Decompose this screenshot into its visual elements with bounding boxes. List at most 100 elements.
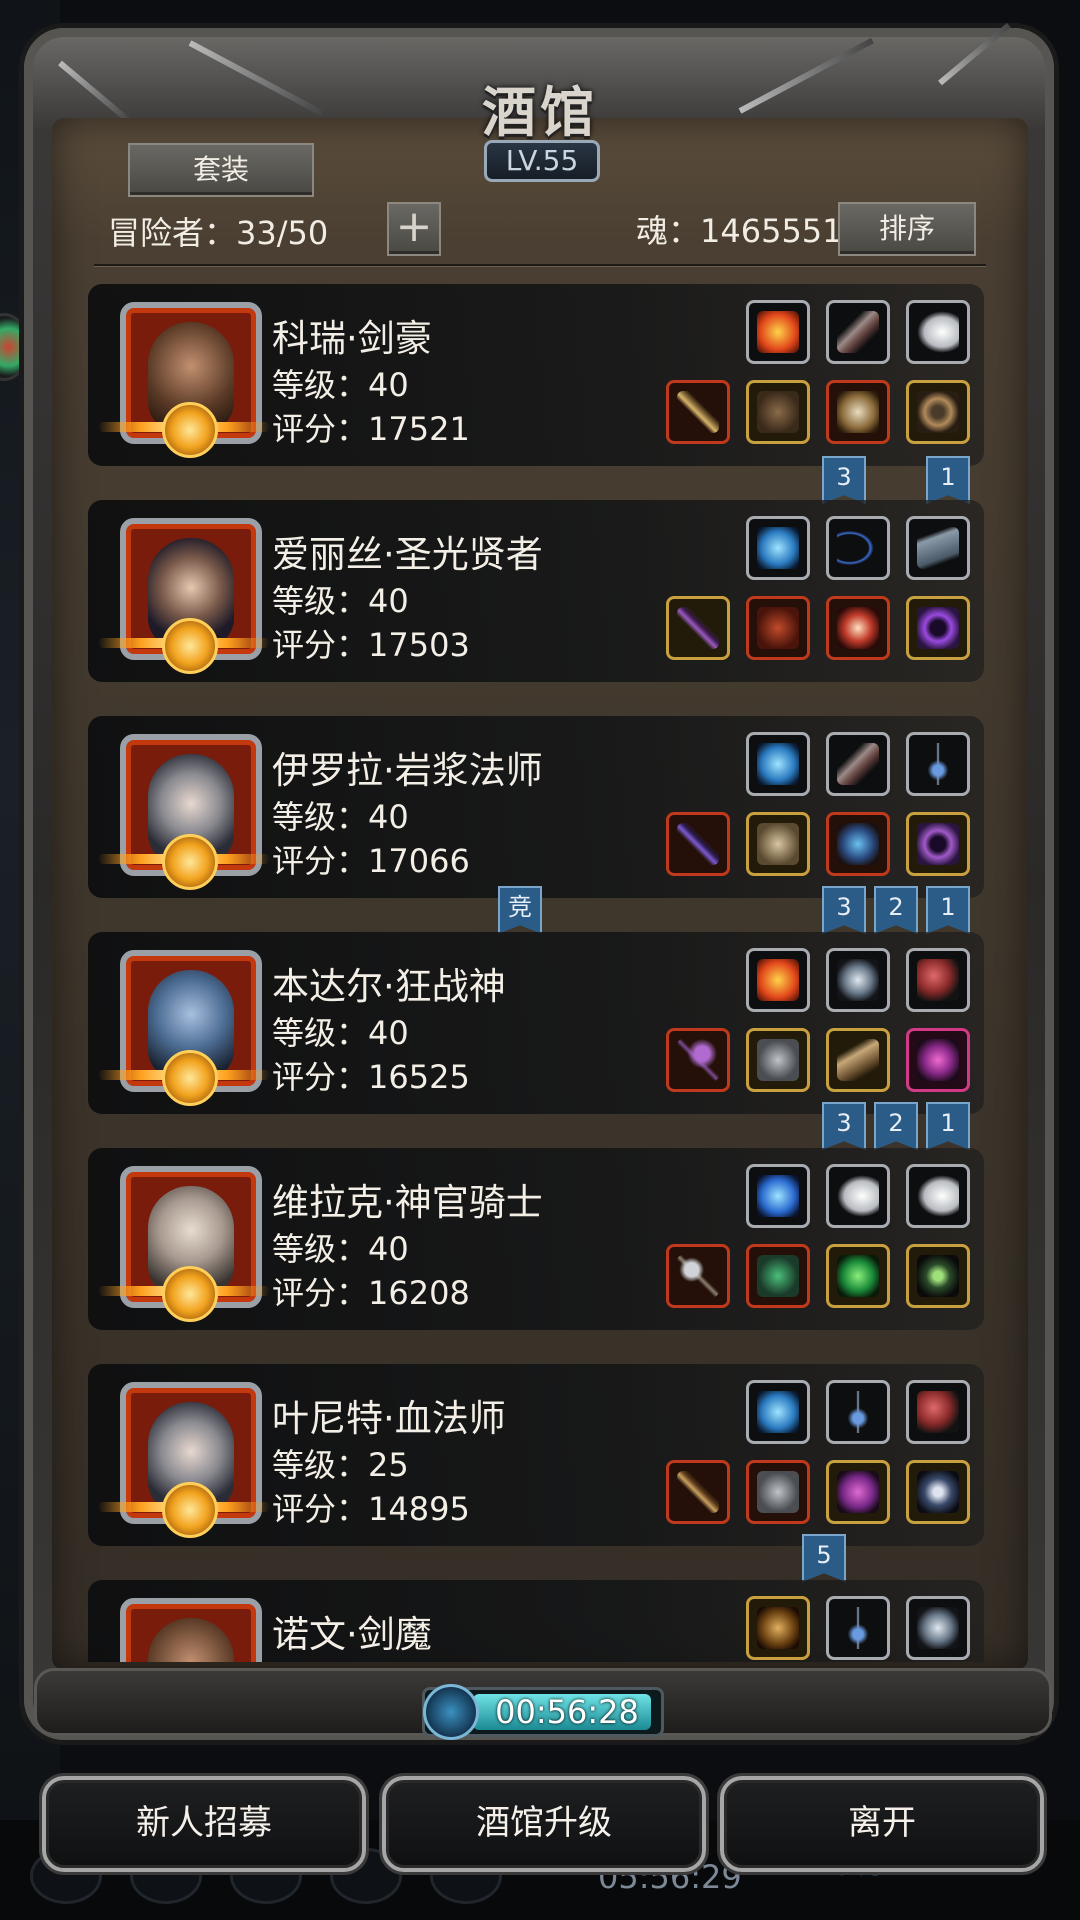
- skill-slot-emblem-icon[interactable]: [826, 948, 890, 1012]
- adventurer-score: 评分：17066: [272, 842, 470, 880]
- adventurer-card[interactable]: 叶尼特·血法师 等级：25 评分：14895: [88, 1364, 984, 1546]
- adventurer-card[interactable]: 科瑞·剑豪 等级：40 评分：17521: [88, 284, 984, 466]
- adventurer-name: 叶尼特·血法师: [272, 1397, 506, 1440]
- refresh-timer: 00:56:28: [422, 1684, 664, 1740]
- tavern-level-badge: LV.55: [484, 140, 600, 182]
- skill-slot-feather-icon[interactable]: [826, 300, 890, 364]
- adventurer-level: 等级：40: [272, 582, 409, 620]
- rank-medal-icon: [162, 834, 218, 890]
- adventurer-card[interactable]: 维拉克·神官骑士 等级：40 评分：16208: [88, 1148, 984, 1330]
- adventurer-score: 评分：17521: [272, 410, 470, 448]
- skill-slot-orb-icon[interactable]: [746, 516, 810, 580]
- skill-slot-wing-icon[interactable]: [906, 300, 970, 364]
- equip-slot-axe-icon[interactable]: [666, 1028, 730, 1092]
- rank-medal-icon: [162, 402, 218, 458]
- avatar[interactable]: [120, 1598, 262, 1662]
- skill-slot-necklace-icon[interactable]: [826, 1596, 890, 1660]
- soul-count: 魂：1465551: [636, 212, 843, 250]
- adventurer-name: 科瑞·剑豪: [272, 317, 432, 360]
- page-title: 酒馆: [482, 80, 598, 144]
- equip-slot-hammer-icon[interactable]: [666, 1244, 730, 1308]
- equip-slot-ring-icon[interactable]: [906, 380, 970, 444]
- adventurer-level: 等级：40: [272, 1230, 409, 1268]
- slot-tag: 2: [874, 886, 918, 934]
- suit-button[interactable]: 套装: [128, 143, 314, 197]
- skill-slot-wing-icon[interactable]: [906, 1164, 970, 1228]
- adventurer-level: 等级：40: [272, 798, 409, 836]
- equip-slot-helmet-icon[interactable]: [906, 1028, 970, 1092]
- adventurer-name: 爱丽丝·圣光贤者: [272, 533, 543, 576]
- adventurer-score: 评分：17503: [272, 626, 470, 664]
- skill-slot-book-icon[interactable]: [906, 516, 970, 580]
- adventurer-card[interactable]: 诺文·剑魔: [88, 1580, 984, 1662]
- slot-tag: 2: [874, 1102, 918, 1150]
- competition-tag: 竞: [498, 886, 542, 934]
- slot-tag: 3: [822, 456, 866, 504]
- adventurer-card[interactable]: 伊罗拉·岩浆法师 等级：40 评分：17066: [88, 716, 984, 898]
- equip-slot-armor-icon[interactable]: [746, 380, 810, 444]
- slot-tag: 1: [926, 886, 970, 934]
- equip-slot-sword-icon[interactable]: [666, 380, 730, 444]
- equip-slot-ring-icon[interactable]: [906, 812, 970, 876]
- equip-slot-amulet-icon[interactable]: [826, 596, 890, 660]
- add-adventurer-button[interactable]: +: [387, 202, 441, 256]
- adventurer-score: 评分：16208: [272, 1274, 470, 1312]
- skill-slot-necklace-icon[interactable]: [826, 1380, 890, 1444]
- adventurer-name: 维拉克·神官骑士: [272, 1181, 543, 1224]
- skill-slot-fire-icon[interactable]: [746, 300, 810, 364]
- adventurer-level: 等级：40: [272, 1014, 409, 1052]
- skill-slot-feather-icon[interactable]: [826, 732, 890, 796]
- rank-medal-icon: [162, 1266, 218, 1322]
- rank-medal-icon: [162, 1050, 218, 1106]
- skill-slot-water-icon[interactable]: [746, 1164, 810, 1228]
- clock-icon: [423, 1684, 479, 1740]
- equip-slot-robe-icon[interactable]: [746, 596, 810, 660]
- skill-slot-wing-icon[interactable]: [826, 1164, 890, 1228]
- skill-slot-orb-icon[interactable]: [746, 1380, 810, 1444]
- tavern-upgrade-button[interactable]: 酒馆升级: [382, 1776, 706, 1872]
- slot-tag: 3: [822, 886, 866, 934]
- equip-slot-staff-icon[interactable]: [666, 1460, 730, 1524]
- equip-slot-staff-icon[interactable]: [666, 596, 730, 660]
- equip-slot-shield-icon[interactable]: [906, 1460, 970, 1524]
- adventurer-score: 评分：14895: [272, 1490, 470, 1528]
- adventurer-list[interactable]: 科瑞·剑豪 等级：40 评分：17521 3 1 爱丽丝·圣光贤者 等级：40 …: [88, 280, 988, 1662]
- skill-slot-helmet-icon[interactable]: [746, 1596, 810, 1660]
- adventurer-level: 等级：25: [272, 1446, 409, 1484]
- equip-slot-gem-icon[interactable]: [826, 1460, 890, 1524]
- adventurer-card[interactable]: 本达尔·狂战神 等级：40 评分：16525: [88, 932, 984, 1114]
- equip-slot-gem-icon[interactable]: [826, 1244, 890, 1308]
- equip-slot-bracer-icon[interactable]: [826, 812, 890, 876]
- header-divider: [94, 264, 986, 266]
- skill-slot-fire-icon[interactable]: [746, 948, 810, 1012]
- skill-slot-horn-icon[interactable]: [906, 1380, 970, 1444]
- timer-text: 00:56:28: [495, 1693, 639, 1731]
- slot-tag: 3: [822, 1102, 866, 1150]
- recruit-button[interactable]: 新人招募: [42, 1776, 366, 1872]
- adventurer-score: 评分：16525: [272, 1058, 470, 1096]
- adventurer-level: 等级：40: [272, 366, 409, 404]
- equip-slot-chest-icon[interactable]: [746, 1244, 810, 1308]
- adventurer-name: 诺文·剑魔: [272, 1613, 432, 1656]
- sort-button[interactable]: 排序: [838, 202, 976, 256]
- equip-slot-gauntlet-icon[interactable]: [826, 1028, 890, 1092]
- adventurer-card[interactable]: 爱丽丝·圣光贤者 等级：40 评分：17503: [88, 500, 984, 682]
- skill-slot-emblem-icon[interactable]: [906, 1596, 970, 1660]
- skill-slot-bow-icon[interactable]: [826, 516, 890, 580]
- slot-tag: 5: [802, 1534, 846, 1582]
- slot-tag: 1: [926, 456, 970, 504]
- slot-tag: 1: [926, 1102, 970, 1150]
- leave-button[interactable]: 离开: [720, 1776, 1044, 1872]
- equip-slot-helmet-icon[interactable]: [826, 380, 890, 444]
- equip-slot-robe-icon[interactable]: [746, 812, 810, 876]
- equip-slot-ring-icon[interactable]: [906, 596, 970, 660]
- rank-medal-icon: [162, 1482, 218, 1538]
- equip-slot-chest-icon[interactable]: [746, 1460, 810, 1524]
- equip-slot-staff-icon[interactable]: [666, 812, 730, 876]
- skill-slot-orb-icon[interactable]: [746, 732, 810, 796]
- equip-slot-amulet-icon[interactable]: [906, 1244, 970, 1308]
- adventurer-name: 本达尔·狂战神: [272, 965, 506, 1008]
- skill-slot-horn-icon[interactable]: [906, 948, 970, 1012]
- equip-slot-chest-icon[interactable]: [746, 1028, 810, 1092]
- skill-slot-necklace-icon[interactable]: [906, 732, 970, 796]
